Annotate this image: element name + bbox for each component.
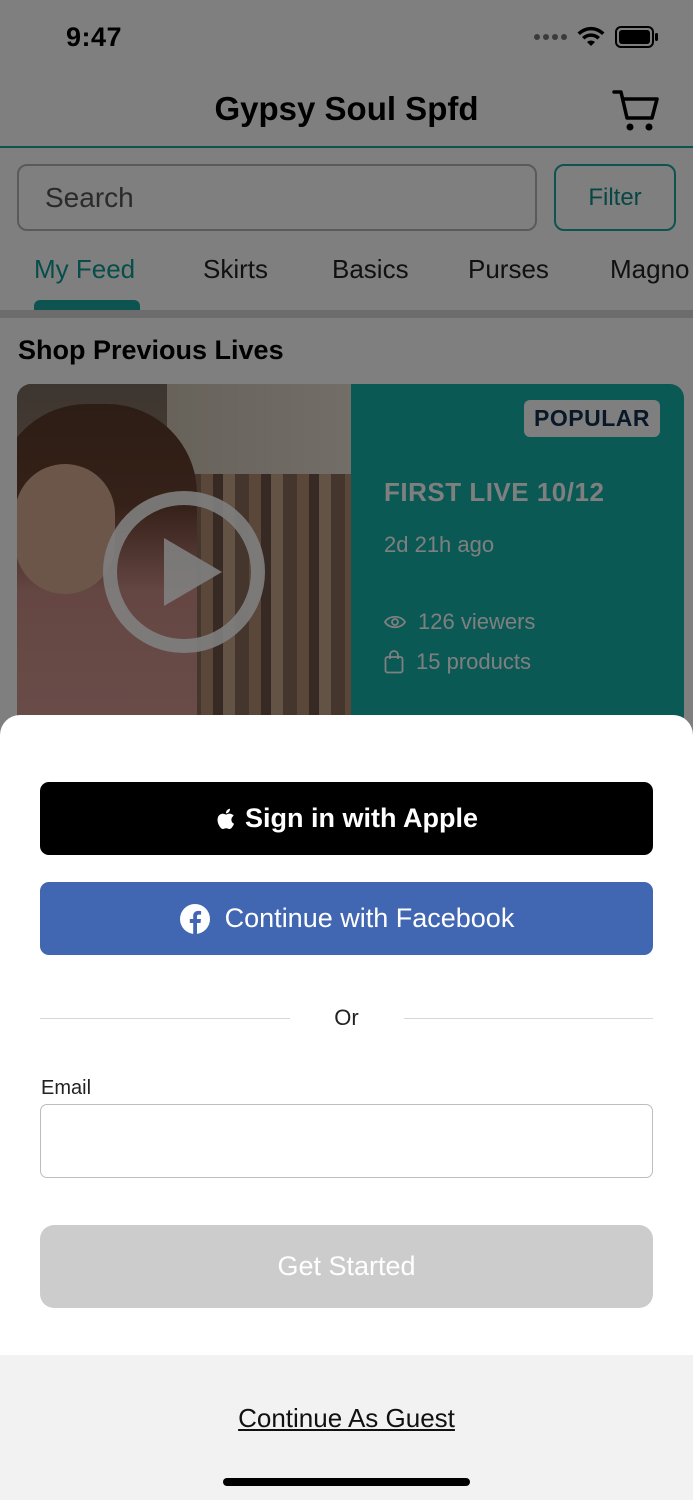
sign-in-with-apple-button[interactable]: Sign in with Apple (40, 782, 653, 855)
guest-area: Continue As Guest (0, 1355, 693, 1500)
facebook-button-label: Continue with Facebook (224, 903, 515, 933)
email-label: Email (41, 1077, 92, 1099)
continue-as-guest-link[interactable]: Continue As Guest (0, 1403, 693, 1434)
sign-in-sheet: Sign in with Apple Continue with Faceboo… (0, 715, 693, 1500)
divider-line-right (404, 1018, 653, 1019)
facebook-icon (179, 903, 210, 934)
home-indicator (223, 1478, 470, 1486)
or-divider: Or (40, 1003, 653, 1035)
apple-button-label: Sign in with Apple (245, 803, 478, 833)
get-started-button[interactable]: Get Started (40, 1225, 653, 1308)
apple-icon (217, 808, 234, 829)
continue-with-facebook-button[interactable]: Continue with Facebook (40, 882, 653, 955)
email-field[interactable] (40, 1104, 653, 1178)
